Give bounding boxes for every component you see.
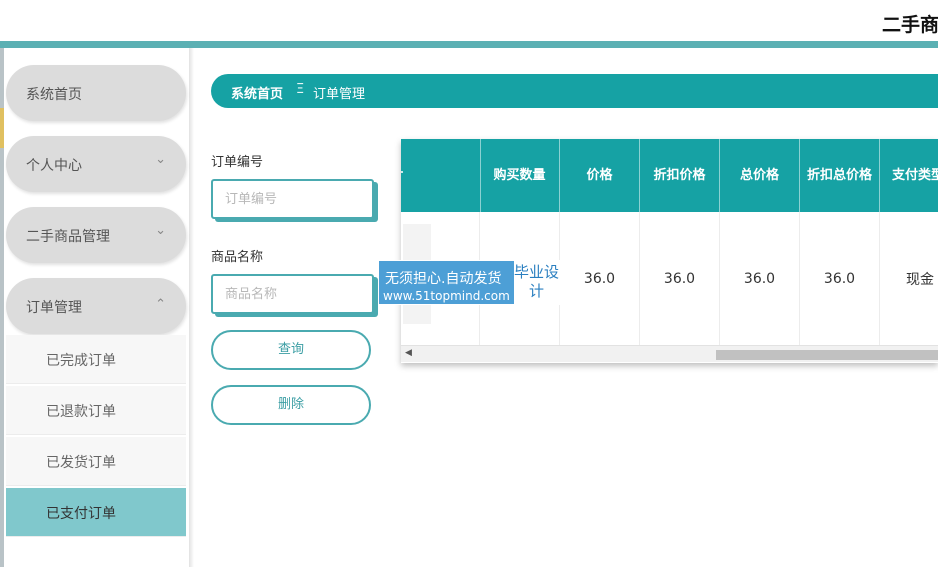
column-header-quantity: 购买数量	[480, 139, 560, 212]
sidebar-item-paid-orders[interactable]: 已支付订单	[6, 488, 186, 537]
watermark-line1: 无须担心.自动发货	[385, 271, 502, 287]
column-header-discount-total: 折扣总价格	[800, 139, 880, 212]
menu-label: 二手商品管理	[26, 229, 110, 245]
pay-type-cell: 现金	[880, 212, 938, 345]
breadcrumb-separator: Ξ	[296, 82, 305, 97]
top-bar: 二手商	[0, 0, 938, 42]
discount-total-cell: 36.0	[800, 212, 880, 345]
sidebar-item-label: 已发货订单	[46, 455, 116, 471]
scroll-left-icon[interactable]: ◀	[405, 348, 412, 358]
column-header-total-price: 总价格	[720, 139, 800, 212]
table-header: 片 购买数量 价格 折扣价格 总价格 折扣总价格 支付类型	[401, 139, 938, 212]
sidebar-item-label: 已完成订单	[46, 353, 116, 369]
breadcrumb-home[interactable]: 系统首页	[231, 83, 283, 102]
breadcrumb-current: 订单管理	[313, 87, 366, 102]
column-header-price: 价格	[560, 139, 640, 212]
sidebar: 系统首页 个人中心 ⌄ 二手商品管理 ⌄ 订单管理 ⌃ 已完成订单 已退款订单 …	[4, 48, 190, 567]
header-divider	[0, 41, 938, 48]
watermark-line2: www.51topmind.com	[383, 289, 510, 303]
order-no-input[interactable]	[211, 179, 374, 219]
goods-name-input[interactable]	[211, 274, 374, 314]
sidebar-shadow	[190, 48, 194, 567]
chevron-down-icon: ⌄	[155, 152, 166, 167]
sidebar-item-refunded-orders[interactable]: 已退款订单	[6, 386, 186, 435]
scroll-thumb[interactable]	[716, 350, 938, 360]
sidebar-item-completed-orders[interactable]: 已完成订单	[6, 335, 186, 384]
query-button[interactable]: 查询	[211, 330, 371, 370]
chevron-up-icon: ⌃	[155, 297, 166, 312]
watermark-badge: 无须担心.自动发货 www.51topmind.com 毕业设计	[378, 260, 560, 305]
menu-order-management[interactable]: 订单管理 ⌃	[6, 278, 186, 334]
discount-price-cell: 36.0	[640, 212, 720, 345]
price-cell: 36.0	[560, 212, 640, 345]
watermark-side: 毕业设计	[513, 261, 559, 304]
watermark-main: 无须担心.自动发货 www.51topmind.com	[381, 264, 514, 304]
menu-home[interactable]: 系统首页	[6, 65, 186, 121]
horizontal-scrollbar[interactable]: ◀	[401, 345, 938, 362]
sidebar-item-shipped-orders[interactable]: 已发货订单	[6, 437, 186, 486]
sidebar-item-label: 已支付订单	[46, 506, 116, 522]
menu-goods-management[interactable]: 二手商品管理 ⌄	[6, 207, 186, 263]
delete-button[interactable]: 删除	[211, 385, 371, 425]
goods-name-label: 商品名称	[211, 250, 264, 265]
menu-label: 个人中心	[26, 158, 82, 174]
app-title: 二手商	[882, 14, 938, 36]
column-header-discount-price: 折扣价格	[640, 139, 720, 212]
column-header-image: 片	[401, 139, 481, 212]
total-price-cell: 36.0	[720, 212, 800, 345]
sidebar-item-label: 已退款订单	[46, 404, 116, 420]
column-header-pay-type: 支付类型	[880, 139, 938, 212]
menu-personal-center[interactable]: 个人中心 ⌄	[6, 136, 186, 192]
chevron-down-icon: ⌄	[155, 223, 166, 238]
breadcrumb: 系统首页 Ξ 订单管理	[211, 74, 938, 108]
order-no-label: 订单编号	[211, 155, 264, 170]
orders-table: 片 购买数量 价格 折扣价格 总价格 折扣总价格 支付类型 36.0 36.0 …	[401, 139, 938, 363]
menu-label: 订单管理	[26, 300, 82, 316]
menu-label: 系统首页	[26, 87, 82, 103]
